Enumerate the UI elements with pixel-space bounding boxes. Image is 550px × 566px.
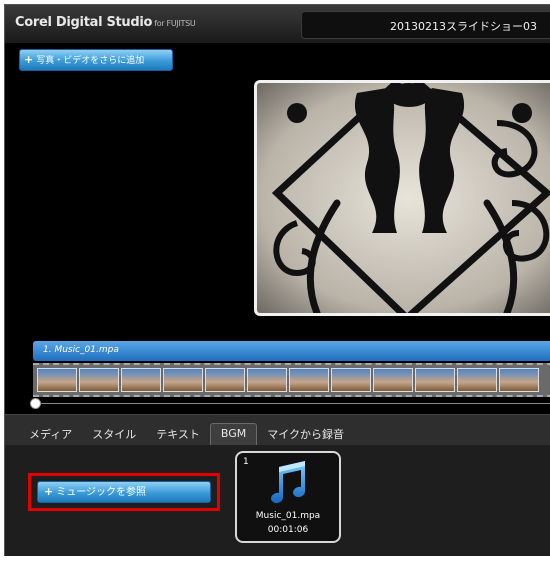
music-card[interactable]: 1 Music_01.mpa 00:01:06 xyxy=(235,451,341,543)
tab-bgm[interactable]: BGM xyxy=(209,423,258,445)
filmstrip-thumbnail[interactable] xyxy=(247,368,287,392)
browse-music-label: ミュージックを参照 xyxy=(56,487,147,498)
add-media-button[interactable]: + 写真・ビデオをさらに追加 xyxy=(19,49,173,71)
timeline: 1. Music_01.mpa xyxy=(30,341,550,411)
plus-icon: + xyxy=(24,53,34,66)
filmstrip-thumbnail[interactable] xyxy=(163,368,203,392)
tab-style[interactable]: スタイル xyxy=(82,423,146,445)
app-title-text: Corel Digital Studio xyxy=(15,15,153,30)
music-card-index: 1 xyxy=(243,457,249,467)
filmstrip-thumbnail[interactable] xyxy=(415,368,455,392)
add-media-label: 写真・ビデオをさらに追加 xyxy=(36,56,145,66)
tab-bar: メディア スタイル テキスト BGM マイクから録音 xyxy=(19,423,354,445)
preview-image xyxy=(257,83,550,313)
filmstrip-thumbnail[interactable] xyxy=(457,368,497,392)
app-title: Corel Digital Studio for FUJITSU xyxy=(15,15,196,30)
bgm-content: + ミュージックを参照 1 Music_01.mpa 00:01:06 xyxy=(5,445,550,556)
project-name: 20130213スライドショー03 xyxy=(390,20,537,33)
filmstrip-thumbnail[interactable] xyxy=(331,368,371,392)
scrubber-track[interactable] xyxy=(35,403,550,404)
filmstrip-thumbnail[interactable] xyxy=(121,368,161,392)
project-name-field[interactable]: 20130213スライドショー03 xyxy=(301,11,550,39)
browse-music-button[interactable]: + ミュージックを参照 xyxy=(37,481,211,503)
tab-record-mic[interactable]: マイクから録音 xyxy=(257,423,354,445)
music-card-filename: Music_01.mpa xyxy=(255,511,321,521)
filmstrip-thumbnail[interactable] xyxy=(289,368,329,392)
filmstrip-thumbnail[interactable] xyxy=(37,368,77,392)
title-bar: Corel Digital Studio for FUJITSU 20130213… xyxy=(5,5,550,43)
filmstrip xyxy=(33,363,550,397)
music-track-label: 1. Music_01.mpa xyxy=(43,345,119,355)
filmstrip-thumbnail[interactable] xyxy=(373,368,413,392)
app-title-suffix: for FUJITSU xyxy=(154,19,196,28)
filmstrip-thumbnail[interactable] xyxy=(499,368,539,392)
bottom-panel: メディア スタイル テキスト BGM マイクから録音 +ミュージックを参照 1 xyxy=(5,414,550,556)
preview-pane xyxy=(254,80,550,316)
filmstrip-thumbnail[interactable] xyxy=(79,368,119,392)
playhead-handle[interactable] xyxy=(30,398,41,409)
plus-icon: + xyxy=(44,485,54,498)
app-window: Corel Digital Studio for FUJITSU 20130213… xyxy=(4,4,550,556)
tab-text[interactable]: テキスト xyxy=(146,423,210,445)
highlight-box: + ミュージックを参照 xyxy=(28,473,220,511)
music-card-duration: 00:01:06 xyxy=(267,525,309,535)
page-margin xyxy=(0,556,550,566)
music-note-icon xyxy=(271,461,305,504)
filmstrip-thumbnail[interactable] xyxy=(205,368,245,392)
tab-media[interactable]: メディア xyxy=(19,423,82,445)
music-track[interactable]: 1. Music_01.mpa xyxy=(33,341,550,361)
